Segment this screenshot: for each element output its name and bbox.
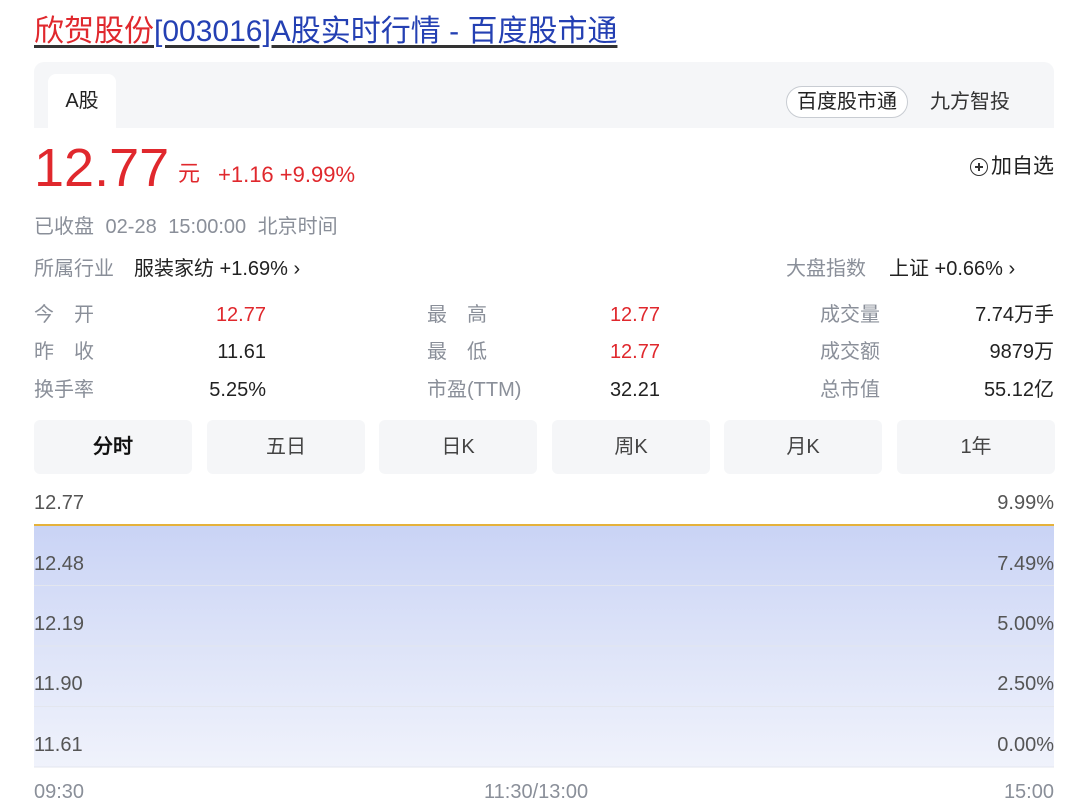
y-tick-2: 12.19 (34, 613, 85, 635)
tab-intraday[interactable]: 分时 (34, 420, 192, 474)
stat-label-turnover: 换手率 (34, 379, 94, 401)
y-tick-1: 12.48 (34, 553, 85, 575)
stat-label-amount: 成交额 (820, 341, 880, 363)
tab-weekly-k[interactable]: 周K (552, 420, 710, 474)
industry-label: 所属行业 (34, 258, 114, 280)
y-tick-0: 12.77 (34, 492, 85, 514)
tab-one-year[interactable]: 1年 (897, 420, 1055, 474)
stat-label-volume: 成交量 (820, 304, 880, 326)
stat-value-pe: 32.21 (609, 379, 660, 401)
intraday-chart[interactable] (0, 470, 1080, 807)
y-tick-4: 11.61 (34, 734, 83, 756)
stock-title-link[interactable]: [003016]A股实时行情 - 百度股市通 (154, 15, 617, 48)
page-title[interactable]: 欣贺股份[003016]A股实时行情 - 百度股市通 (34, 12, 617, 52)
source-baidu-chip[interactable]: 百度股市通 (786, 86, 908, 118)
stat-value-volume: 7.74万手 (975, 304, 1054, 326)
market-index-link[interactable]: 上证 +0.66% › (889, 254, 1015, 284)
add-circle-icon (970, 158, 988, 176)
add-watchlist-button[interactable]: 加自选 (970, 152, 1054, 182)
tab-a-share[interactable]: A股 (48, 74, 116, 128)
tab-daily-k[interactable]: 日K (379, 420, 537, 474)
source-jiufang-link[interactable]: 九方智投 (930, 86, 1010, 118)
y-tick-3: 11.90 (34, 673, 83, 695)
pct-tick-0: 9.99% (997, 492, 1054, 514)
stat-value-turnover: 5.25% (209, 379, 266, 401)
price-change: +1.16 +9.99% (218, 162, 356, 187)
x-tick-open: 09:30 (34, 781, 85, 803)
pct-tick-2: 5.00% (997, 613, 1054, 635)
stat-label-pe: 市盈(TTM) (427, 379, 522, 401)
stat-value-market-cap: 55.12亿 (983, 379, 1054, 401)
tab-monthly-k[interactable]: 月K (724, 420, 882, 474)
stat-label-prev-close: 昨 收 (34, 341, 94, 363)
tab-five-day[interactable]: 五日 (207, 420, 365, 474)
stat-value-prev-close: 11.61 (217, 341, 266, 363)
industry-link[interactable]: 服装家纺 +1.69% › (134, 254, 300, 284)
stat-value-amount: 9879万 (989, 341, 1055, 363)
market-index-label: 大盘指数 (786, 258, 866, 280)
stat-label-low: 最 低 (427, 341, 487, 363)
trading-status: 已收盘 02-28 15:00:00 北京时间 (34, 216, 338, 238)
stat-label-market-cap: 总市值 (820, 379, 880, 401)
stat-label-open: 今 开 (34, 304, 94, 326)
stock-name-link[interactable]: 欣贺股份 (34, 15, 154, 48)
price-unit: 元 (178, 161, 201, 186)
stat-value-high: 12.77 (609, 304, 660, 326)
add-watchlist-label: 加自选 (991, 155, 1054, 178)
stat-value-open: 12.77 (215, 304, 266, 326)
stat-value-low: 12.77 (609, 341, 660, 363)
stat-label-high: 最 高 (427, 304, 487, 326)
pct-tick-1: 7.49% (997, 553, 1054, 575)
pct-tick-4: 0.00% (997, 734, 1054, 756)
pct-tick-3: 2.50% (997, 673, 1054, 695)
x-tick-midday: 11:30/13:00 (484, 781, 589, 803)
market-tab-bar: A股 百度股市通 九方智投 (34, 62, 1054, 128)
current-price: 12.77 (34, 138, 170, 198)
x-tick-close: 15:00 (1003, 781, 1054, 803)
